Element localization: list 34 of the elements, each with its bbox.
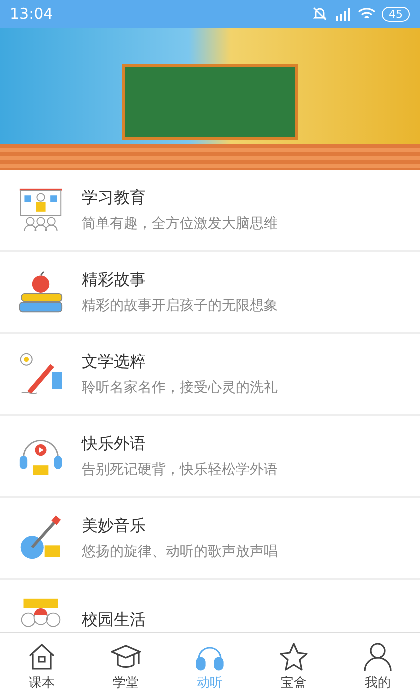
nav-tab[interactable]: 宝盒 [252, 633, 336, 700]
category-description: 聆听名家名作，接受心灵的洗礼 [82, 378, 278, 396]
category-title: 学习教育 [82, 188, 147, 208]
nav-tab[interactable]: 我的 [336, 633, 420, 700]
pen-writing-icon [18, 351, 64, 397]
category-title: 美妙音乐 [82, 516, 147, 536]
battery-indicator: 45 [382, 6, 410, 22]
star-icon [279, 642, 309, 672]
category-item[interactable]: 文学选粹 聆听名家名作，接受心灵的洗礼 [0, 334, 420, 414]
category-description: 精彩的故事开启孩子的无限想象 [82, 296, 278, 314]
category-title: 快乐外语 [82, 434, 147, 454]
category-title: 精彩故事 [82, 270, 147, 290]
category-item[interactable]: 美妙音乐 悠扬的旋律、动听的歌声放声唱 [0, 498, 420, 578]
person-icon [363, 642, 393, 672]
category-item[interactable]: 精彩故事 精彩的故事开启孩子的无限想象 [0, 252, 420, 332]
muted-bell-icon [312, 6, 328, 22]
category-item[interactable]: 快乐外语 告别死记硬背，快乐轻松学外语 [0, 416, 420, 496]
category-title: 校园生活 [82, 610, 146, 630]
classroom-icon [18, 187, 64, 233]
category-description: 简单有趣，全方位激发大脑思维 [82, 214, 278, 232]
category-description: 告别死记硬背，快乐轻松学外语 [82, 460, 278, 478]
clock: 13:04 [10, 5, 54, 23]
category-item[interactable]: 校园生活 [0, 580, 420, 632]
signal-icon [334, 7, 352, 21]
category-description: 悠扬的旋律、动听的歌声放声唱 [82, 542, 278, 560]
apple-on-books-icon [18, 269, 64, 315]
guitar-icon [18, 515, 64, 561]
wifi-icon [358, 7, 376, 21]
home-icon [27, 642, 57, 672]
category-title: 文学选粹 [82, 352, 147, 372]
category-item[interactable]: 学习教育 简单有趣，全方位激发大脑思维 [0, 170, 420, 250]
banner-illustration[interactable] [0, 28, 420, 170]
nav-tab[interactable]: 学堂 [84, 633, 168, 700]
nav-tab[interactable]: 课本 [0, 633, 84, 700]
